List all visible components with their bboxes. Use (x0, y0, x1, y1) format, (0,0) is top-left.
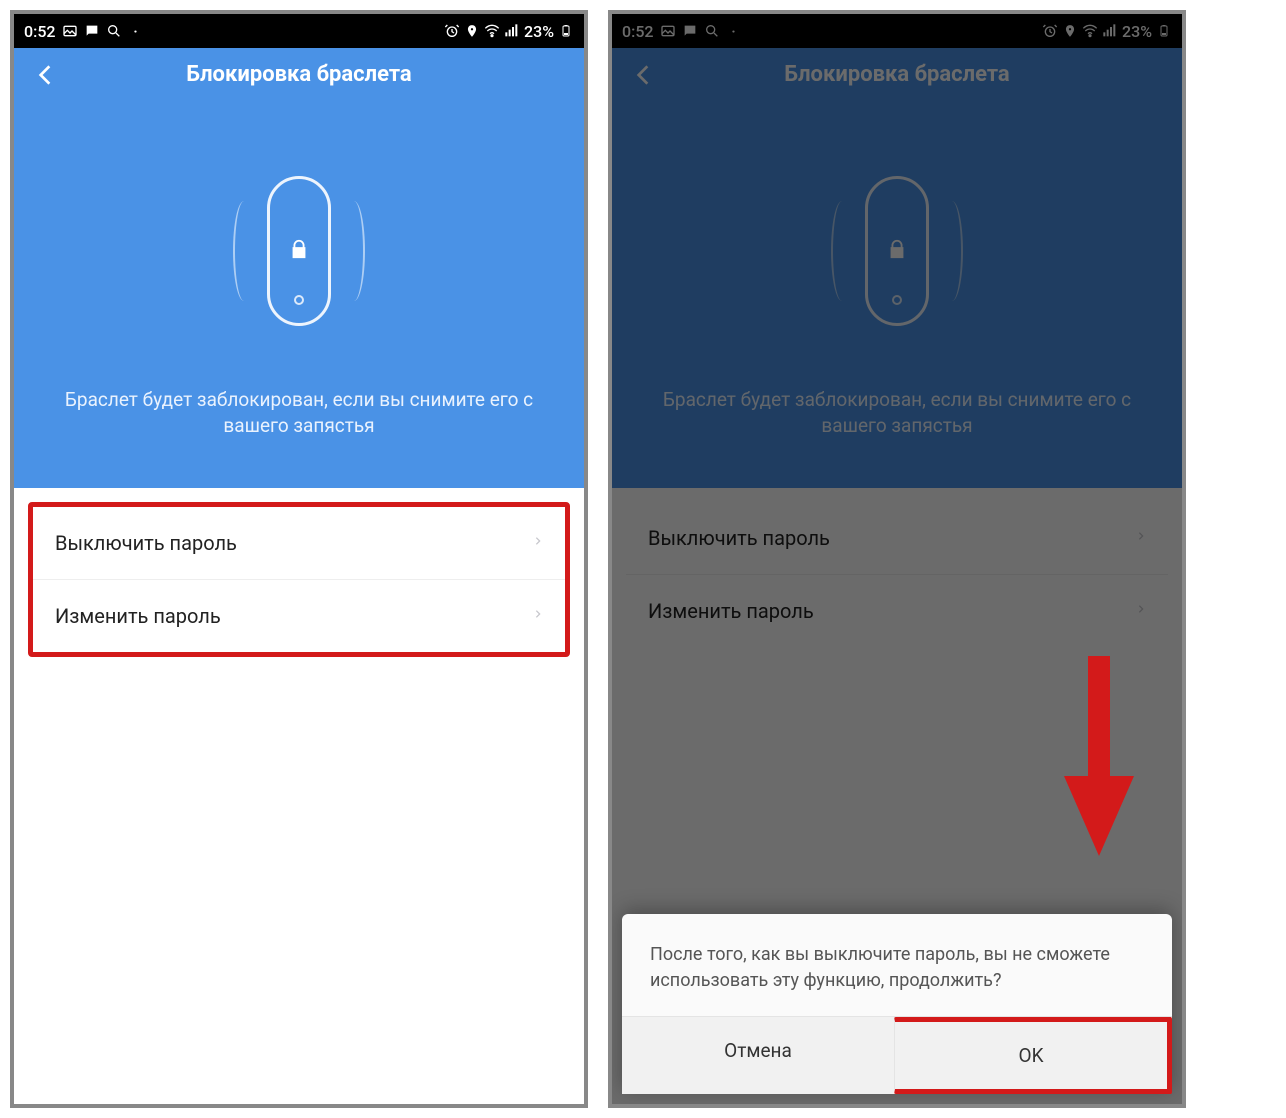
dot-icon: · (726, 23, 742, 39)
menu-change-password[interactable]: Изменить пароль (33, 580, 565, 652)
menu-item-label: Выключить пароль (55, 531, 237, 555)
hero-description: Браслет будет заблокирован, если вы сним… (612, 387, 1182, 438)
lock-icon (886, 236, 908, 266)
menu-item-label: Изменить пароль (55, 604, 221, 628)
menu-item-label: Изменить пароль (648, 599, 814, 623)
page-title: Блокировка браслета (628, 62, 1166, 87)
chevron-right-icon (1136, 599, 1146, 623)
header-hero: Блокировка браслета Браслет будет заблок… (14, 48, 584, 488)
header-hero: Блокировка браслета Браслет будет заблок… (612, 48, 1182, 488)
chevron-right-icon (1136, 526, 1146, 550)
phone-screenshot-right: 0:52 · 23% (608, 10, 1186, 1108)
nav-row: Блокировка браслета (612, 48, 1182, 101)
band-illustration (837, 161, 957, 341)
lock-icon (288, 236, 310, 266)
chevron-right-icon (533, 604, 543, 628)
status-battery-pct: 23% (524, 22, 554, 41)
dialog-message: После того, как вы выключите пароль, вы … (622, 914, 1172, 1016)
menu-list: Выключить пароль Изменить пароль (626, 502, 1168, 647)
back-button[interactable] (32, 62, 60, 90)
menu-disable-password[interactable]: Выключить пароль (33, 507, 565, 580)
status-bar: 0:52 · 23% (612, 14, 1182, 48)
alarm-icon (1042, 23, 1058, 39)
image-icon (62, 23, 78, 39)
chevron-right-icon (533, 531, 543, 555)
battery-icon (1156, 23, 1172, 39)
wifi-icon (1082, 23, 1098, 39)
dot-icon: · (128, 23, 144, 39)
search-icon (704, 23, 720, 39)
status-bar: 0:52 · 23% (14, 14, 584, 48)
menu-change-password[interactable]: Изменить пароль (626, 575, 1168, 647)
dialog-actions: Отмена OK (622, 1016, 1172, 1094)
status-left-cluster: 0:52 · (24, 22, 144, 41)
search-icon (106, 23, 122, 39)
phone-screenshot-left: 0:52 · 23% (10, 10, 588, 1108)
chat-icon (84, 23, 100, 39)
confirm-dialog: После того, как вы выключите пароль, вы … (622, 914, 1172, 1094)
annotation-arrow-icon (1064, 656, 1134, 856)
menu-highlight-box: Выключить пароль Изменить пароль (28, 502, 570, 657)
band-illustration (239, 161, 359, 341)
wifi-icon (484, 23, 500, 39)
status-left-cluster: 0:52 · (622, 22, 742, 41)
status-right-cluster: 23% (1042, 22, 1172, 41)
back-button[interactable] (630, 62, 658, 90)
nav-row: Блокировка браслета (14, 48, 584, 101)
cancel-button[interactable]: Отмена (622, 1017, 894, 1094)
location-icon (1062, 23, 1078, 39)
ok-button[interactable]: OK (894, 1017, 1172, 1094)
status-time: 0:52 (24, 22, 56, 41)
signal-icon (504, 23, 520, 39)
location-icon (464, 23, 480, 39)
alarm-icon (444, 23, 460, 39)
hero-description: Браслет будет заблокирован, если вы сним… (14, 387, 584, 438)
battery-icon (558, 23, 574, 39)
image-icon (660, 23, 676, 39)
menu-item-label: Выключить пароль (648, 526, 830, 550)
status-time: 0:52 (622, 22, 654, 41)
menu-disable-password[interactable]: Выключить пароль (626, 502, 1168, 575)
page-title: Блокировка браслета (30, 62, 568, 87)
signal-icon (1102, 23, 1118, 39)
status-right-cluster: 23% (444, 22, 574, 41)
chat-icon (682, 23, 698, 39)
status-battery-pct: 23% (1122, 22, 1152, 41)
